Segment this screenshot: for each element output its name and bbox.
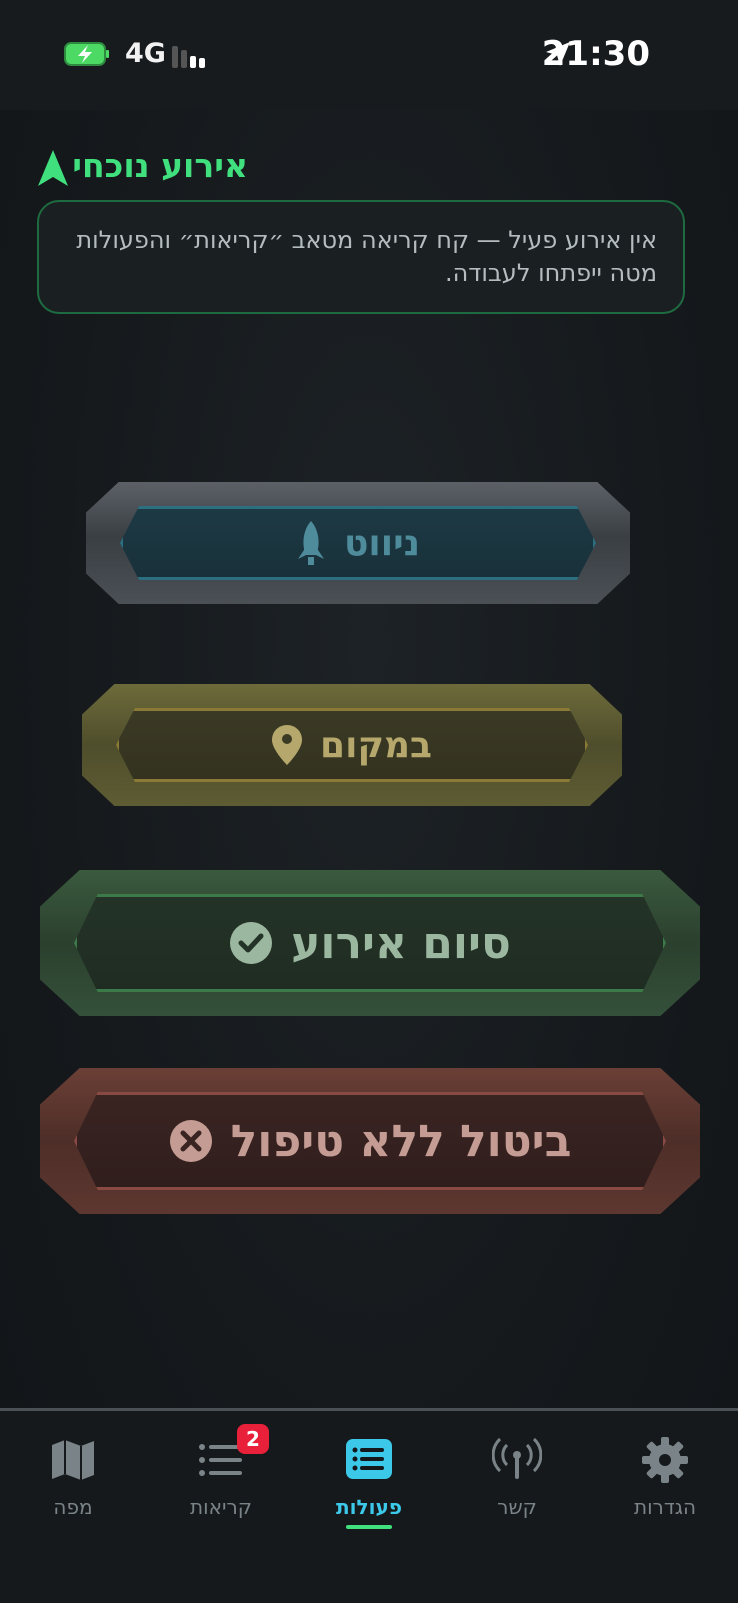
check-circle-icon: [230, 922, 273, 964]
map-pin-icon: [272, 725, 303, 765]
tab-map[interactable]: מפה: [13, 1435, 133, 1519]
navigation-arrow-icon: [38, 150, 68, 186]
tab-actions-label: פעולות: [336, 1495, 402, 1519]
cancel-without-treatment-button[interactable]: ביטול ללא טיפול: [40, 1068, 700, 1214]
navigate-button-label: ניווט: [343, 522, 421, 564]
finish-incident-button-label: סיום אירוע: [291, 917, 511, 969]
close-circle-icon: [169, 1120, 212, 1162]
cancel-button-label: ביטול ללא טיפול: [230, 1115, 572, 1167]
battery-charging-icon: [64, 42, 109, 66]
tab-communication[interactable]: קשר: [457, 1435, 577, 1519]
calls-count-badge: 2: [237, 1424, 269, 1454]
network-label: 4G: [125, 38, 166, 69]
signal-strength-icon: [172, 46, 205, 68]
article-icon: [346, 1439, 392, 1479]
rocket-icon: [297, 521, 324, 565]
radio-antenna-icon: [492, 1437, 542, 1479]
tab-actions[interactable]: פעולות: [309, 1435, 429, 1519]
map-icon: [52, 1440, 94, 1480]
tab-map-label: מפה: [53, 1495, 93, 1519]
tab-settings-label: הגדרות: [633, 1495, 697, 1519]
status-time: 21:30: [541, 34, 650, 74]
finish-incident-button[interactable]: סיום אירוע: [40, 870, 700, 1016]
gear-icon: [642, 1437, 688, 1483]
active-tab-indicator: [346, 1525, 392, 1529]
tab-communication-label: קשר: [497, 1495, 537, 1519]
status-bar: 4G 21:30: [0, 0, 738, 110]
tab-calls-label: קריאות: [190, 1495, 252, 1519]
tab-settings[interactable]: הגדרות: [605, 1435, 725, 1519]
on-site-button-label: במקום: [320, 724, 432, 766]
bottom-tab-bar: מפה קריאות פעולות קשר הגדרות: [0, 1408, 738, 1603]
current-incident-title: אירוע נוכחי: [72, 146, 248, 185]
on-site-button[interactable]: במקום: [82, 684, 622, 806]
navigate-button[interactable]: ניווט: [86, 482, 630, 604]
no-active-incident-message: אין אירוע פעיל — קח קריאה מטאב ״קריאות״ …: [37, 200, 685, 314]
